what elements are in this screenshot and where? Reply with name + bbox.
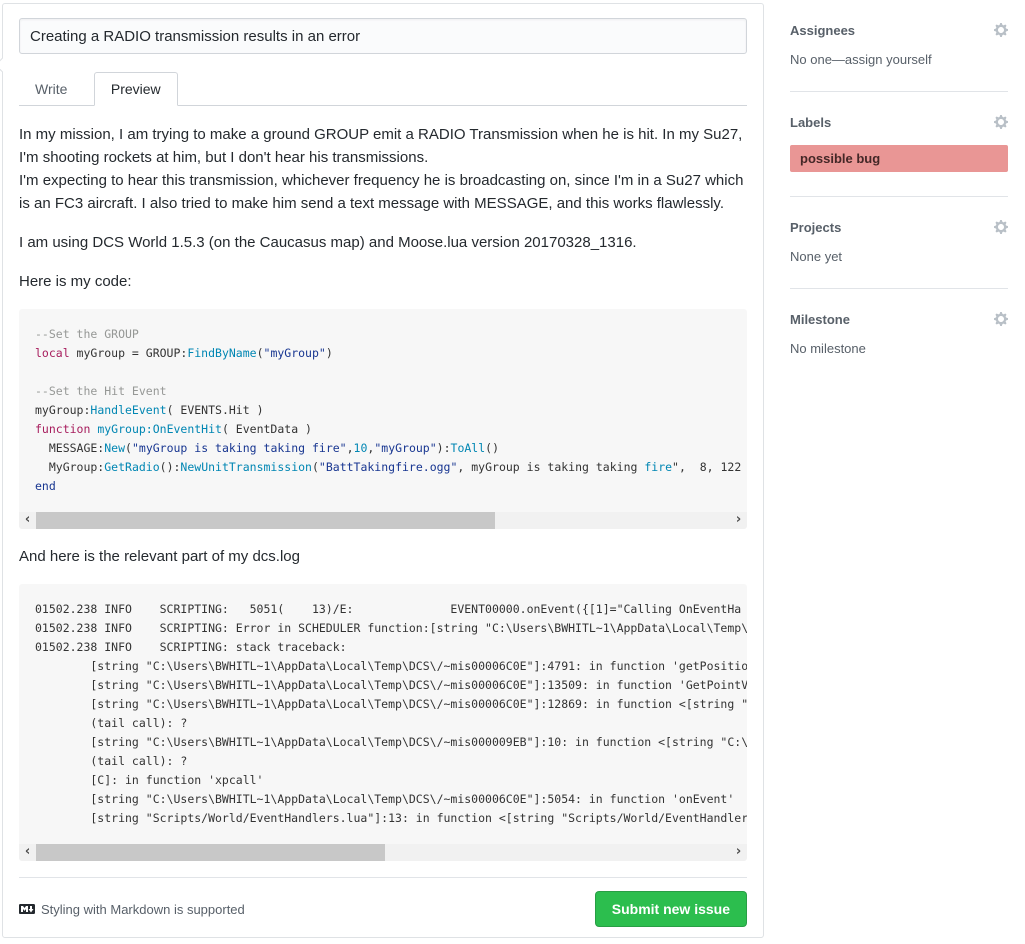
log-horizontal-scrollbar[interactable]: ‹ › xyxy=(19,844,747,861)
projects-value: None yet xyxy=(790,249,1008,264)
milestone-heading: Milestone xyxy=(790,312,850,327)
issue-body-paragraph: And here is the relevant part of my dcs.… xyxy=(19,545,747,568)
markdown-note-text: Styling with Markdown is supported xyxy=(41,902,245,917)
code-horizontal-scrollbar[interactable]: ‹ › xyxy=(19,512,747,529)
scroll-right-icon[interactable]: › xyxy=(730,844,747,861)
scroll-left-icon[interactable]: ‹ xyxy=(19,844,36,861)
tab-write[interactable]: Write xyxy=(19,73,83,105)
projects-heading: Projects xyxy=(790,220,841,235)
log-scrollbar-thumb[interactable] xyxy=(36,844,385,861)
projects-section: Projects None yet xyxy=(790,196,1008,288)
markdown-icon xyxy=(19,901,35,917)
labels-heading: Labels xyxy=(790,115,831,130)
markdown-support-note[interactable]: Styling with Markdown is supported xyxy=(19,901,245,917)
labels-gear-icon[interactable] xyxy=(994,114,1008,130)
scroll-right-icon[interactable]: › xyxy=(730,512,747,529)
comment-box-caret xyxy=(0,58,9,72)
label-possible-bug[interactable]: possible bug xyxy=(790,145,1008,172)
projects-gear-icon[interactable] xyxy=(994,219,1008,235)
dcs-log-block: 01502.238 INFO SCRIPTING: 5051( 13)/E: E… xyxy=(19,584,747,844)
issue-body-text: I'm expecting to hear this transmission,… xyxy=(19,172,743,212)
lua-code-block: --Set the GROUP local myGroup = GROUP:Fi… xyxy=(19,309,747,512)
scroll-left-icon[interactable]: ‹ xyxy=(19,512,36,529)
milestone-value: No milestone xyxy=(790,341,1008,356)
preview-pane: In my mission, I am trying to make a gro… xyxy=(19,106,747,861)
milestone-gear-icon[interactable] xyxy=(994,311,1008,327)
assignees-heading: Assignees xyxy=(790,23,855,38)
code-scrollbar-thumb[interactable] xyxy=(36,512,495,529)
labels-section: Labels possible bug xyxy=(790,91,1008,196)
milestone-section: Milestone No milestone xyxy=(790,288,1008,380)
issue-title-input[interactable] xyxy=(19,18,747,54)
issue-body-paragraph: I am using DCS World 1.5.3 (on the Cauca… xyxy=(19,231,747,254)
form-footer: Styling with Markdown is supported Submi… xyxy=(19,877,747,941)
assignees-section: Assignees No one—assign yourself xyxy=(790,0,1008,91)
write-preview-tabs: Write Preview xyxy=(19,71,747,106)
tab-preview[interactable]: Preview xyxy=(94,72,178,106)
issue-body-paragraph: In my mission, I am trying to make a gro… xyxy=(19,123,747,215)
issue-body-paragraph: Here is my code: xyxy=(19,270,747,293)
assignees-gear-icon[interactable] xyxy=(994,22,1008,38)
issue-sidebar: Assignees No one—assign yourself Labels … xyxy=(790,0,1008,380)
assignees-value[interactable]: No one—assign yourself xyxy=(790,52,1008,67)
issue-body-text: In my mission, I am trying to make a gro… xyxy=(19,126,742,166)
submit-new-issue-button[interactable]: Submit new issue xyxy=(595,891,747,927)
new-issue-form: Write Preview In my mission, I am trying… xyxy=(2,3,764,938)
